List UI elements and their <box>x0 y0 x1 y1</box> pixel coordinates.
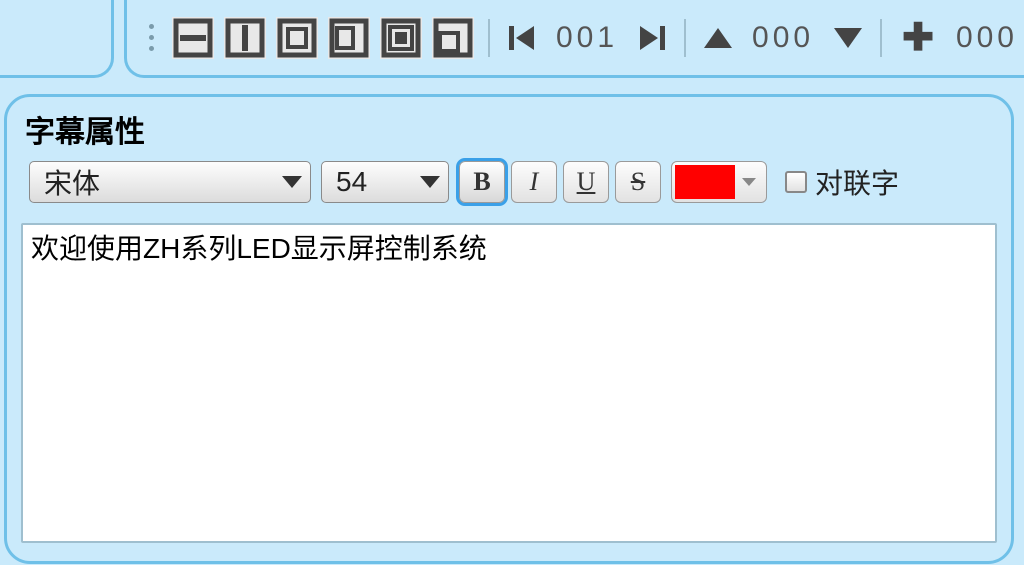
separator-icon <box>488 19 490 57</box>
italic-label: I <box>530 167 539 197</box>
format-toolbar: 宋体 54 B I U S 对联字 <box>21 161 997 203</box>
font-family-select[interactable]: 宋体 <box>29 161 311 203</box>
couplet-checkbox-wrap: 对联字 <box>785 162 899 202</box>
subtitle-text-input[interactable]: 欢迎使用ZH系列LED显示屏控制系统 <box>21 223 997 543</box>
underline-button[interactable]: U <box>563 161 609 203</box>
layout-inset-left-icon[interactable] <box>328 17 370 59</box>
chevron-down-icon <box>282 176 302 188</box>
top-left-panel <box>0 0 114 78</box>
separator-icon <box>880 19 882 57</box>
add-button[interactable]: ✚ <box>896 15 940 60</box>
bold-label: B <box>473 167 490 197</box>
counter-2: 000 <box>746 21 820 55</box>
strike-label: S <box>631 167 645 197</box>
first-button[interactable] <box>504 20 540 56</box>
layout-nested-icon[interactable] <box>380 17 422 59</box>
couplet-checkbox[interactable] <box>785 171 807 193</box>
subtitle-properties-panel: 字幕属性 宋体 54 B I U S <box>4 94 1014 564</box>
bold-button[interactable]: B <box>459 161 505 203</box>
separator-icon <box>684 19 686 57</box>
chevron-down-icon <box>742 178 756 186</box>
font-size-select[interactable]: 54 <box>321 161 449 203</box>
layout-frame-icon[interactable] <box>276 17 318 59</box>
layout-rows-icon[interactable] <box>172 17 214 59</box>
text-style-group: B I U S <box>459 161 661 203</box>
top-area: 001 000 ✚ 000 <box>0 0 1024 78</box>
layout-corner-icon[interactable] <box>432 17 474 59</box>
couplet-label: 对联字 <box>815 162 899 202</box>
counter-1: 001 <box>550 21 624 55</box>
chevron-down-icon <box>420 176 440 188</box>
up-button[interactable] <box>700 20 736 56</box>
layout-toolbar: 001 000 ✚ 000 <box>124 0 1024 78</box>
font-family-value: 宋体 <box>44 162 100 202</box>
counter-3: 000 <box>950 21 1024 55</box>
layout-cols-icon[interactable] <box>224 17 266 59</box>
panel-title: 字幕属性 <box>21 105 997 161</box>
font-size-value: 54 <box>336 166 367 198</box>
last-button[interactable] <box>634 20 670 56</box>
italic-button[interactable]: I <box>511 161 557 203</box>
underline-label: U <box>577 167 596 197</box>
color-swatch-icon <box>675 165 735 199</box>
text-color-select[interactable] <box>671 161 767 203</box>
strike-button[interactable]: S <box>615 161 661 203</box>
toolbar-grip-icon <box>149 24 154 51</box>
down-button[interactable] <box>830 20 866 56</box>
